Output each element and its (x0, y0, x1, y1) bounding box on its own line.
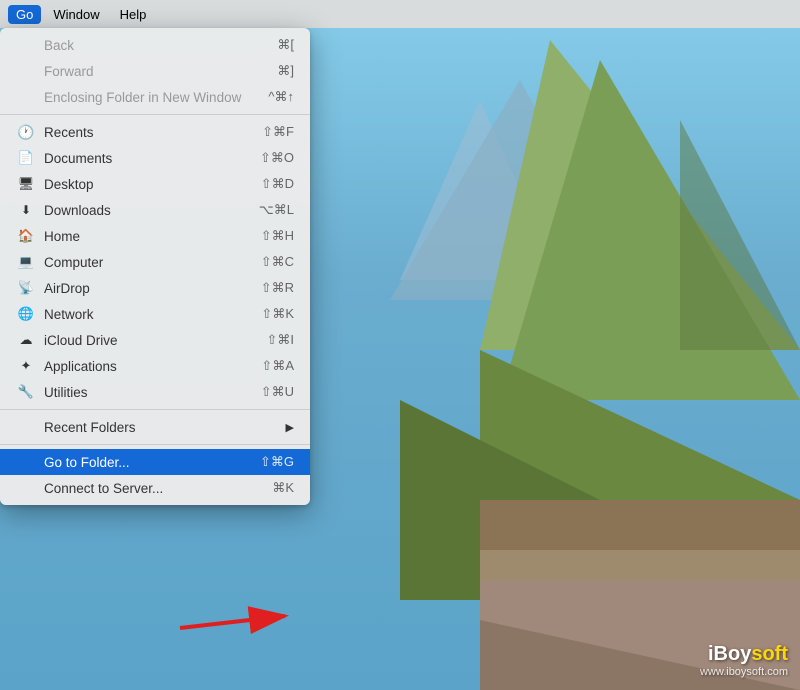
back-shortcut: ⌘[ (277, 37, 294, 53)
utilities-label: Utilities (44, 385, 261, 400)
menu-item-airdrop[interactable]: 📡 AirDrop ⇧⌘R (0, 275, 310, 301)
menu-item-go-to-folder[interactable]: Go to Folder... ⇧⌘G (0, 449, 310, 475)
network-shortcut: ⇧⌘K (261, 306, 294, 322)
menu-item-downloads[interactable]: ⬇ Downloads ⌥⌘L (0, 197, 310, 223)
downloads-label: Downloads (44, 203, 259, 218)
airdrop-icon: 📡 (16, 280, 36, 296)
recents-icon: 🕐 (16, 124, 36, 141)
icloud-icon: ☁ (16, 332, 36, 348)
menu-item-icloud[interactable]: ☁ iCloud Drive ⇧⌘I (0, 327, 310, 353)
watermark-soft: soft (751, 643, 788, 666)
home-label: Home (44, 229, 261, 244)
arrow-annotation (170, 598, 310, 643)
utilities-icon: 🔧 (16, 384, 36, 400)
menu-item-applications[interactable]: ✦ Applications ⇧⌘A (0, 353, 310, 379)
menu-item-computer[interactable]: 💻 Computer ⇧⌘C (0, 249, 310, 275)
downloads-shortcut: ⌥⌘L (259, 202, 294, 218)
go-to-folder-shortcut: ⇧⌘G (260, 454, 294, 470)
documents-label: Documents (44, 151, 260, 166)
menu-item-recents[interactable]: 🕐 Recents ⇧⌘F (0, 119, 310, 145)
menu-go[interactable]: Go (8, 5, 41, 24)
menu-item-network[interactable]: 🌐 Network ⇧⌘K (0, 301, 310, 327)
recents-shortcut: ⇧⌘F (262, 124, 294, 140)
enclosing-shortcut: ^⌘↑ (268, 89, 294, 105)
recent-folders-label: Recent Folders (44, 420, 286, 435)
menu-item-desktop[interactable]: 🖥 Desktop ⇧⌘D (0, 171, 310, 197)
watermark: iBoy soft www.iboysoft.com (700, 643, 788, 678)
utilities-shortcut: ⇧⌘U (261, 384, 294, 400)
menu-item-documents[interactable]: 📄 Documents ⇧⌘O (0, 145, 310, 171)
go-menu-dropdown: Back ⌘[ Forward ⌘] Enclosing Folder in N… (0, 28, 310, 505)
home-shortcut: ⇧⌘H (261, 228, 294, 244)
applications-icon: ✦ (16, 358, 36, 374)
menu-item-recent-folders[interactable]: Recent Folders ▶ (0, 414, 310, 440)
menu-item-utilities[interactable]: 🔧 Utilities ⇧⌘U (0, 379, 310, 405)
watermark-url: www.iboysoft.com (700, 666, 788, 678)
watermark-iboy: iBoy (708, 643, 751, 666)
desktop-label: Desktop (44, 177, 261, 192)
airdrop-shortcut: ⇧⌘R (261, 280, 294, 296)
network-icon: 🌐 (16, 306, 36, 322)
forward-label: Forward (44, 64, 277, 79)
menu-item-forward[interactable]: Forward ⌘] (0, 58, 310, 84)
desktop-icon: 🖥 (16, 176, 36, 192)
menu-item-enclosing[interactable]: Enclosing Folder in New Window ^⌘↑ (0, 84, 310, 110)
documents-shortcut: ⇧⌘O (260, 150, 294, 166)
menu-help[interactable]: Help (112, 5, 155, 24)
computer-shortcut: ⇧⌘C (261, 254, 294, 270)
menu-bar: Go Window Help (0, 0, 800, 28)
separator-3 (0, 444, 310, 445)
icloud-label: iCloud Drive (44, 333, 266, 348)
desktop-shortcut: ⇧⌘D (261, 176, 294, 192)
submenu-arrow: ▶ (286, 421, 294, 434)
separator-1 (0, 114, 310, 115)
menu-item-connect-server[interactable]: Connect to Server... ⌘K (0, 475, 310, 501)
home-icon: 🏠 (16, 228, 36, 244)
menu-item-back[interactable]: Back ⌘[ (0, 32, 310, 58)
documents-icon: 📄 (16, 150, 36, 166)
menu-item-home[interactable]: 🏠 Home ⇧⌘H (0, 223, 310, 249)
computer-label: Computer (44, 255, 261, 270)
enclosing-label: Enclosing Folder in New Window (44, 90, 268, 105)
downloads-icon: ⬇ (16, 203, 36, 217)
network-label: Network (44, 307, 261, 322)
menu-window[interactable]: Window (45, 5, 107, 24)
airdrop-label: AirDrop (44, 281, 261, 296)
computer-icon: 💻 (16, 254, 36, 270)
recents-label: Recents (44, 125, 262, 140)
applications-label: Applications (44, 359, 261, 374)
separator-2 (0, 409, 310, 410)
back-label: Back (44, 38, 277, 53)
forward-shortcut: ⌘] (277, 63, 294, 79)
connect-server-label: Connect to Server... (44, 481, 272, 496)
applications-shortcut: ⇧⌘A (261, 358, 294, 374)
go-to-folder-label: Go to Folder... (44, 455, 260, 470)
connect-server-shortcut: ⌘K (272, 480, 294, 496)
icloud-shortcut: ⇧⌘I (266, 332, 294, 348)
